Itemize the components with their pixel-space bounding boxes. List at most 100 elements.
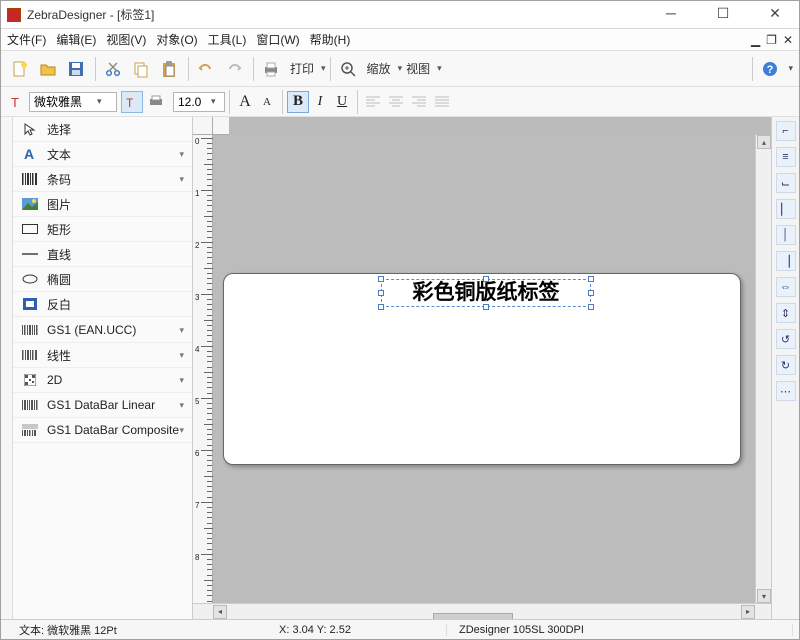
zoom-dropdown-icon[interactable]: ▾: [398, 63, 403, 74]
help-button[interactable]: ?: [757, 56, 783, 82]
cut-button[interactable]: [100, 56, 126, 82]
chevron-down-icon[interactable]: ▾: [97, 96, 102, 107]
tool-text[interactable]: A文本▾: [13, 142, 192, 167]
shrink-font-button[interactable]: A: [256, 91, 278, 113]
align-top-icon[interactable]: ⌐: [776, 121, 796, 141]
scroll-thumb[interactable]: [433, 613, 513, 620]
resize-handle[interactable]: [483, 276, 489, 282]
print-button[interactable]: [258, 56, 284, 82]
tool-databar-composite[interactable]: GS1 DataBar Composite▾: [13, 418, 192, 443]
help-dropdown-icon[interactable]: ▾: [788, 63, 793, 74]
mdi-minimize-icon[interactable]: ▁: [751, 33, 760, 47]
scroll-right-icon[interactable]: ▸: [741, 605, 755, 619]
mdi-restore-icon[interactable]: ❐: [766, 33, 777, 47]
resize-handle[interactable]: [378, 304, 384, 310]
align-bottom-icon[interactable]: ⌙: [776, 173, 796, 193]
menu-edit[interactable]: 编辑(E): [56, 31, 96, 48]
text-object-selected[interactable]: 彩色铜版纸标签: [381, 279, 591, 307]
align-middle-icon[interactable]: ≡: [776, 147, 796, 167]
undo-button[interactable]: [193, 56, 219, 82]
menubar: 文件(F) 编辑(E) 视图(V) 对象(O) 工具(L) 窗口(W) 帮助(H…: [1, 29, 799, 51]
minimize-button[interactable]: ─: [657, 5, 685, 25]
mdi-close-icon[interactable]: ✕: [783, 33, 793, 47]
font-size-input[interactable]: [178, 95, 208, 109]
more-icon[interactable]: ⋯: [776, 381, 796, 401]
expand-icon[interactable]: ▾: [179, 400, 184, 411]
resize-handle[interactable]: [588, 276, 594, 282]
printer-font-button[interactable]: [145, 91, 167, 113]
align-center-button[interactable]: [385, 91, 407, 113]
resize-handle[interactable]: [378, 276, 384, 282]
rotate-cw-icon[interactable]: ↻: [776, 355, 796, 375]
zoom-button[interactable]: [335, 56, 361, 82]
tool-linear[interactable]: 线性▾: [13, 343, 192, 368]
expand-icon[interactable]: ▾: [179, 174, 184, 185]
text-tool-icon[interactable]: T: [7, 92, 27, 112]
distribute-v-icon[interactable]: ⇕: [776, 303, 796, 323]
print-dropdown-icon[interactable]: ▾: [321, 63, 326, 74]
resize-handle[interactable]: [378, 290, 384, 296]
font-toolbar: T ▾ T ▾ A A B I U: [1, 87, 799, 117]
italic-button[interactable]: I: [309, 91, 331, 113]
tool-ellipse[interactable]: 椭圆: [13, 267, 192, 292]
resize-handle[interactable]: [588, 304, 594, 310]
menu-window[interactable]: 窗口(W): [256, 31, 299, 48]
menu-file[interactable]: 文件(F): [7, 31, 46, 48]
zoom-label[interactable]: 缩放: [367, 60, 391, 77]
font-name-combo[interactable]: ▾: [29, 92, 117, 112]
view-label[interactable]: 视图: [406, 60, 430, 77]
redo-button[interactable]: [221, 56, 247, 82]
scroll-left-icon[interactable]: ◂: [213, 605, 227, 619]
tool-databar-linear[interactable]: GS1 DataBar Linear▾: [13, 393, 192, 418]
tool-line[interactable]: 直线: [13, 242, 192, 267]
resize-handle[interactable]: [588, 290, 594, 296]
expand-icon[interactable]: ▾: [179, 149, 184, 160]
expand-icon[interactable]: ▾: [179, 350, 184, 361]
expand-icon[interactable]: ▾: [179, 425, 184, 436]
close-button[interactable]: ✕: [761, 5, 789, 25]
print-label[interactable]: 打印: [290, 60, 314, 77]
chevron-down-icon[interactable]: ▾: [211, 96, 216, 107]
tool-gs1[interactable]: GS1 (EAN.UCC)▾: [13, 318, 192, 343]
screen-font-button[interactable]: T: [121, 91, 143, 113]
expand-icon[interactable]: ▾: [179, 375, 184, 386]
font-size-combo[interactable]: ▾: [173, 92, 225, 112]
bold-button[interactable]: B: [287, 91, 309, 113]
menu-help[interactable]: 帮助(H): [310, 31, 351, 48]
vertical-scrollbar[interactable]: ▴ ▾: [755, 135, 771, 603]
maximize-button[interactable]: ☐: [709, 5, 737, 25]
align-right-button[interactable]: [408, 91, 430, 113]
label-page[interactable]: 彩色铜版纸标签: [223, 273, 741, 465]
copy-button[interactable]: [128, 56, 154, 82]
grow-font-button[interactable]: A: [234, 91, 256, 113]
rotate-ccw-icon[interactable]: ↺: [776, 329, 796, 349]
horizontal-scrollbar[interactable]: ◂ ▸: [193, 603, 771, 619]
tool-rect[interactable]: 矩形: [13, 217, 192, 242]
tool-picture[interactable]: 图片: [13, 192, 192, 217]
view-dropdown-icon[interactable]: ▾: [437, 63, 442, 74]
new-button[interactable]: [7, 56, 33, 82]
align-left-icon[interactable]: ▏: [776, 199, 796, 219]
scroll-down-icon[interactable]: ▾: [757, 589, 771, 603]
tool-select[interactable]: 选择: [13, 117, 192, 142]
tool-2d[interactable]: 2D▾: [13, 368, 192, 393]
canvas[interactable]: 彩色铜版纸标签: [213, 135, 755, 603]
tool-barcode[interactable]: 条码▾: [13, 167, 192, 192]
font-name-input[interactable]: [34, 95, 94, 109]
open-button[interactable]: [35, 56, 61, 82]
menu-object[interactable]: 对象(O): [156, 31, 197, 48]
align-left-button[interactable]: [362, 91, 384, 113]
save-button[interactable]: [63, 56, 89, 82]
distribute-h-icon[interactable]: ⇔: [776, 277, 796, 297]
menu-tools[interactable]: 工具(L): [208, 31, 247, 48]
resize-handle[interactable]: [483, 304, 489, 310]
underline-button[interactable]: U: [331, 91, 353, 113]
align-right-icon[interactable]: ▕: [776, 251, 796, 271]
paste-button[interactable]: [156, 56, 182, 82]
menu-view[interactable]: 视图(V): [106, 31, 146, 48]
scroll-up-icon[interactable]: ▴: [757, 135, 771, 149]
tool-invert[interactable]: 反白: [13, 292, 192, 317]
align-center-icon[interactable]: │: [776, 225, 796, 245]
expand-icon[interactable]: ▾: [179, 325, 184, 336]
align-justify-button[interactable]: [431, 91, 453, 113]
